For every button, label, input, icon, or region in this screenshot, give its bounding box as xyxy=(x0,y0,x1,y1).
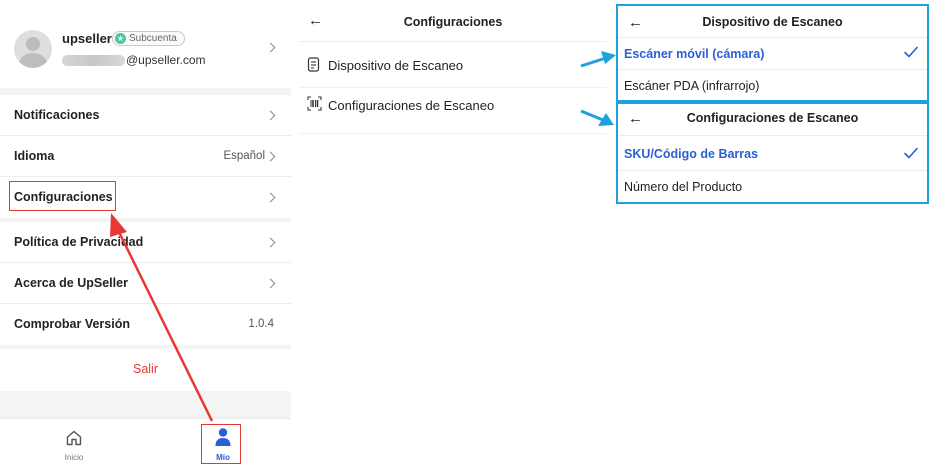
configuraciones-escaneo-screen: ← Configuraciones de Escaneo SKU/Código … xyxy=(616,102,929,204)
nav-bar: ← Dispositivo de Escaneo xyxy=(618,6,927,38)
option-label: Número del Producto xyxy=(624,180,743,194)
dispositivo-escaneo-screen: ← Dispositivo de Escaneo Escáner móvil (… xyxy=(616,4,929,102)
page-title: Dispositivo de Escaneo xyxy=(702,15,843,29)
option-escaner-pda[interactable]: Escáner PDA (infrarrojo) xyxy=(618,70,927,102)
page-title: Configuraciones de Escaneo xyxy=(686,111,859,125)
option-label: Escáner móvil (cámara) xyxy=(624,47,765,61)
checkmark-icon xyxy=(904,147,918,159)
nav-bar: ← Configuraciones de Escaneo xyxy=(618,104,927,136)
option-label: SKU/Código de Barras xyxy=(624,147,759,161)
option-label: Escáner PDA (infrarrojo) xyxy=(624,79,760,93)
option-sku-codigo-barras[interactable]: SKU/Código de Barras xyxy=(618,136,927,171)
option-numero-producto[interactable]: Número del Producto xyxy=(618,171,927,203)
checkmark-icon xyxy=(904,46,918,58)
option-escaner-movil[interactable]: Escáner móvil (cámara) xyxy=(618,38,927,70)
